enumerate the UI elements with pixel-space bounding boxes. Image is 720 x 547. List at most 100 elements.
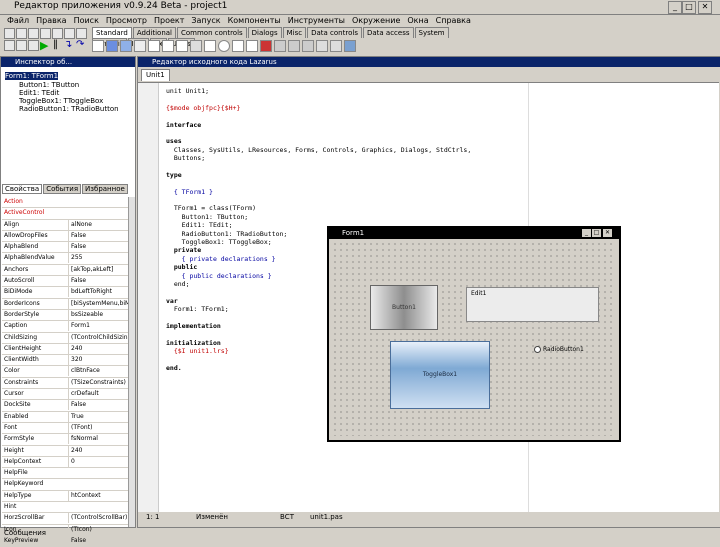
- property-value[interactable]: clBtnFace: [68, 366, 131, 377]
- menu-item[interactable]: Окна: [407, 15, 428, 27]
- checkgroup-icon[interactable]: [302, 40, 314, 52]
- pointer-icon[interactable]: [92, 40, 104, 52]
- property-value[interactable]: False: [68, 230, 131, 241]
- property-value[interactable]: htContext: [68, 490, 131, 501]
- unit-icon[interactable]: [76, 28, 87, 39]
- toggle-form-icon[interactable]: [28, 40, 39, 51]
- property-value[interactable]: bdLeftToRight: [68, 287, 131, 298]
- tab-unit1[interactable]: Unit1: [141, 69, 170, 81]
- property-row[interactable]: Align alNone: [2, 219, 131, 231]
- property-row[interactable]: DockSite False: [2, 400, 128, 412]
- panel-icon[interactable]: [316, 40, 328, 52]
- combobox-icon[interactable]: [246, 40, 258, 52]
- menu-item[interactable]: Справка: [436, 15, 471, 27]
- form-icon[interactable]: [64, 28, 75, 39]
- property-value[interactable]: crDefault: [68, 389, 131, 400]
- property-row[interactable]: BiDiMode bdLeftToRight: [2, 287, 131, 299]
- property-row[interactable]: BorderStyle bsSizeable: [2, 309, 131, 322]
- property-row[interactable]: Color clBtnFace: [2, 366, 131, 378]
- menu-item[interactable]: Компоненты: [228, 15, 281, 27]
- inspector-tab[interactable]: События: [43, 184, 82, 194]
- property-row[interactable]: AutoScroll False: [2, 276, 131, 288]
- palette-tab[interactable]: Additional: [132, 27, 176, 38]
- menu-item[interactable]: Окружение: [352, 15, 400, 27]
- palette-tab[interactable]: Dialogs: [247, 27, 282, 38]
- property-value[interactable]: True: [68, 411, 131, 422]
- property-row[interactable]: Font (TFont): [2, 422, 128, 435]
- button1[interactable]: Button1: [370, 285, 438, 330]
- property-row[interactable]: Action: [2, 197, 128, 209]
- menu-item[interactable]: Просмотр: [106, 15, 147, 27]
- listbox-icon[interactable]: [232, 40, 244, 52]
- close-file-icon[interactable]: [52, 28, 63, 39]
- form-canvas[interactable]: Button1 Edit1 ToggleBox1 RadioButton1: [332, 241, 614, 436]
- property-row[interactable]: HelpType htContext: [2, 490, 131, 503]
- property-row[interactable]: Height 240: [2, 445, 131, 457]
- form1-designer[interactable]: Form1 _ □ ✕ Button1 Edit1 ToggleBox1 Rad…: [327, 226, 621, 442]
- checkbox-icon[interactable]: [204, 40, 216, 52]
- menu-item[interactable]: Файл: [7, 15, 29, 27]
- inspector-tab[interactable]: Избранное: [82, 184, 128, 194]
- property-row[interactable]: ClientHeight 240: [2, 343, 131, 356]
- property-value[interactable]: fsNormal: [68, 434, 131, 445]
- popup-menu-icon[interactable]: [120, 40, 132, 52]
- property-row[interactable]: HelpContext 0: [2, 456, 131, 469]
- edit1[interactable]: Edit1: [466, 287, 599, 322]
- property-value[interactable]: 240: [68, 343, 131, 354]
- close-button[interactable]: ✕: [698, 1, 712, 14]
- property-row[interactable]: HorzScrollBar (TControlScrollBar): [2, 513, 131, 525]
- palette-tab[interactable]: Misc: [282, 27, 307, 38]
- view-units-icon[interactable]: [4, 40, 15, 51]
- frame-icon[interactable]: [330, 40, 342, 52]
- property-value[interactable]: (TControlChildSizin: [68, 332, 131, 343]
- property-value[interactable]: (TControlScrollBar): [68, 513, 131, 524]
- palette-tab[interactable]: Common controls: [177, 27, 247, 38]
- button-icon[interactable]: [134, 40, 146, 52]
- palette-tab[interactable]: System: [414, 27, 449, 38]
- property-value[interactable]: 255: [68, 253, 131, 264]
- tree-node[interactable]: Edit1: TEdit: [5, 89, 119, 97]
- save-all-icon[interactable]: [40, 28, 51, 39]
- save-icon[interactable]: [28, 28, 39, 39]
- form-minimize-button[interactable]: _: [582, 229, 591, 237]
- actionlist-icon[interactable]: [344, 40, 356, 52]
- radio-button-icon[interactable]: [218, 40, 230, 52]
- togglebox1[interactable]: ToggleBox1: [390, 341, 490, 409]
- tree-node[interactable]: Form1: TForm1: [5, 72, 59, 80]
- inspector-scrollbar[interactable]: [128, 197, 135, 527]
- form-maximize-button[interactable]: □: [592, 229, 601, 237]
- property-row[interactable]: BorderIcons [biSystemMenu,biMi: [2, 298, 131, 310]
- view-forms-icon[interactable]: [16, 40, 27, 51]
- new-icon[interactable]: [4, 28, 15, 39]
- property-value[interactable]: alNone: [68, 219, 131, 230]
- property-value[interactable]: [akTop,akLeft]: [68, 264, 131, 275]
- property-value[interactable]: 320: [68, 355, 131, 366]
- property-value[interactable]: False: [68, 276, 131, 287]
- property-row[interactable]: ClientWidth 320: [2, 355, 131, 367]
- form-close-button[interactable]: ✕: [603, 229, 612, 237]
- property-row[interactable]: Cursor crDefault: [2, 389, 131, 401]
- property-value[interactable]: False: [68, 242, 131, 253]
- menu-item[interactable]: Запуск: [191, 15, 220, 27]
- property-value[interactable]: Form1: [68, 321, 131, 332]
- toggle-box-icon[interactable]: [190, 40, 202, 52]
- step-over-icon[interactable]: ↷: [76, 39, 84, 50]
- main-menu-icon[interactable]: [106, 40, 118, 52]
- property-row[interactable]: AlphaBlendValue 255: [2, 253, 131, 265]
- memo-icon[interactable]: [176, 40, 188, 52]
- tree-node[interactable]: ToggleBox1: TToggleBox: [5, 97, 119, 105]
- property-row[interactable]: Constraints (TSizeConstraints): [2, 377, 128, 390]
- open-icon[interactable]: [16, 28, 27, 39]
- property-value[interactable]: bsSizeable: [68, 309, 131, 320]
- property-value[interactable]: 240: [68, 445, 131, 456]
- edit-icon[interactable]: [162, 40, 174, 52]
- property-row[interactable]: Enabled True: [2, 411, 131, 423]
- radiogroup-icon[interactable]: [288, 40, 300, 52]
- minimize-button[interactable]: _: [668, 1, 682, 14]
- maximize-button[interactable]: □: [682, 1, 696, 14]
- property-row[interactable]: HelpFile: [2, 468, 128, 480]
- label-icon[interactable]: [148, 40, 160, 52]
- menu-item[interactable]: Инструменты: [288, 15, 345, 27]
- property-value[interactable]: 0: [68, 456, 131, 467]
- property-row[interactable]: AlphaBlend False: [2, 242, 131, 254]
